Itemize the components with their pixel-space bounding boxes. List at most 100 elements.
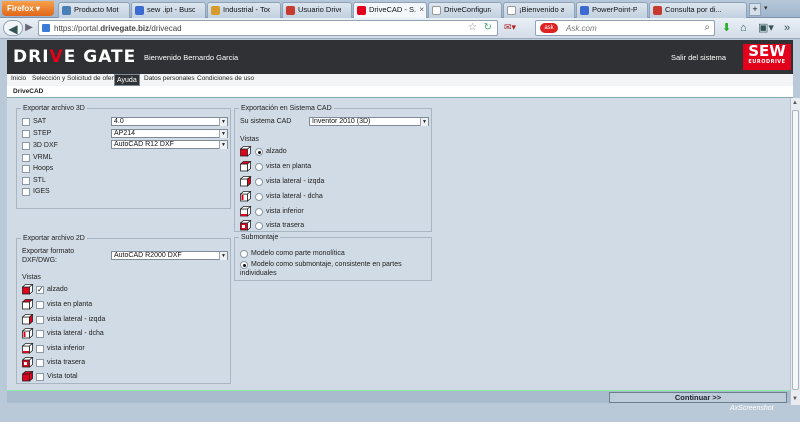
scroll-down-icon[interactable]: ▼ [792, 396, 798, 402]
url-path: /drivecad [149, 24, 182, 33]
checkbox-sat[interactable] [22, 118, 30, 126]
download-icon[interactable]: ⬇ [722, 21, 731, 35]
view-front-icon [22, 284, 34, 295]
scrollbar-thumb[interactable] [792, 110, 799, 390]
bookmarks-icon[interactable]: ▣▾ [758, 21, 774, 35]
export-3d-legend: Exportar archivo 3D [23, 105, 85, 112]
view-left-icon [240, 176, 252, 187]
lock-icon [42, 24, 50, 32]
continue-button[interactable]: Continuar >> [609, 392, 787, 403]
cad-system-select[interactable]: Inventor 2010 (3D) ▼ [309, 117, 429, 126]
cad-views-label: Vistas [240, 136, 259, 143]
radio-vista-lateral-izqda[interactable] [255, 178, 263, 186]
close-tab-icon[interactable]: × [419, 3, 424, 17]
checkbox-vrml[interactable] [22, 154, 30, 162]
view-bottom-icon [22, 343, 34, 354]
home-icon[interactable]: ⌂ [740, 21, 747, 35]
menu-item-seleccion[interactable]: Selección y Solicitud de oferta [32, 75, 119, 82]
url-bar[interactable]: https://portal.drivegate.biz/drivecad ☆ … [38, 20, 498, 36]
view-label: alzado [47, 286, 68, 293]
checkbox-iges[interactable] [22, 188, 30, 196]
reload-icon[interactable]: ↻ [484, 22, 492, 33]
format-label: 3D DXF [33, 142, 58, 149]
tab-producto-motor[interactable]: Producto Motor... [58, 2, 130, 18]
browser-tab-bar: Firefox ▾ Producto Motor... sew .ipt - B… [0, 0, 800, 18]
scroll-up-icon[interactable]: ▲ [792, 100, 798, 106]
view-top-icon [240, 161, 252, 172]
sat-version-select[interactable]: 4.0 ▼ [111, 117, 228, 126]
checkbox-2d-vista-planta[interactable] [36, 301, 44, 309]
view-label: Vista total [47, 373, 78, 380]
tab-sew-ipt[interactable]: sew .ipt - Buscar... [131, 2, 206, 18]
checkbox-2d-lateral-izqda[interactable] [36, 316, 44, 324]
tab-industrial[interactable]: Industrial - Tool... [207, 2, 281, 18]
checkbox-2d-vista-total[interactable] [36, 373, 44, 381]
checkbox-2d-vista-inferior[interactable] [36, 345, 44, 353]
tab-label: ¡Bienvenido a Dr... [519, 5, 564, 14]
menu-item-condiciones[interactable]: Condiciones de uso [197, 75, 254, 82]
search-bar[interactable]: ask Ask.com ⌕ [535, 20, 715, 36]
step-version-select[interactable]: AP214 ▼ [111, 129, 228, 138]
view-total-icon [22, 371, 34, 382]
view-back-icon [240, 220, 252, 231]
radio-vista-lateral-dcha[interactable] [255, 193, 263, 201]
logo-part: V [49, 47, 64, 67]
drivegate-logo[interactable]: DRIVE GATE [13, 47, 136, 67]
tab-consulta[interactable]: Consulta por di... [649, 2, 747, 18]
select-value: Inventor 2010 (3D) [312, 118, 371, 125]
checkbox-2d-vista-trasera[interactable] [36, 359, 44, 367]
tab-bienvenido[interactable]: ¡Bienvenido a Dr... [503, 2, 575, 18]
view-right-icon [240, 191, 252, 202]
tab-label: Industrial - Tool... [223, 5, 270, 14]
logout-link[interactable]: Salir del sistema [671, 53, 726, 62]
view-label: vista lateral - dcha [47, 330, 104, 337]
submontaje-option-label: individuales [240, 270, 277, 277]
checkbox-stl[interactable] [22, 177, 30, 185]
checkbox-step[interactable] [22, 130, 30, 138]
logo-part: E GATE [63, 47, 137, 67]
bookmark-star-icon[interactable]: ☆ [468, 22, 477, 33]
checkbox-3d-dxf[interactable] [22, 142, 30, 150]
checkbox-hoops[interactable] [22, 165, 30, 173]
sew-eurodrive-logo: SEW EURODRIVE [743, 44, 791, 70]
search-icon[interactable]: ⌕ [704, 22, 710, 33]
toolbar-arrow-icon[interactable]: » [784, 21, 790, 35]
checkbox-2d-alzado[interactable] [36, 285, 44, 294]
tab-driveconfigurator[interactable]: DriveConfigurat... [428, 2, 502, 18]
addon-icon[interactable]: ✉▾ [504, 22, 526, 34]
radio-vista-trasera[interactable] [255, 222, 263, 230]
forward-icon[interactable]: ▶ [23, 20, 35, 36]
view-top-icon [22, 299, 34, 310]
format-label: STEP [33, 130, 52, 137]
dropdown-arrow-icon: ▼ [219, 118, 227, 126]
menu-item-ayuda[interactable]: Ayuda [114, 74, 140, 86]
radio-parte-monolitica[interactable] [240, 250, 248, 258]
radio-vista-planta[interactable] [255, 163, 263, 171]
radio-vista-inferior[interactable] [255, 208, 263, 216]
vertical-scrollbar[interactable]: ▲ ▼ [790, 98, 800, 405]
select-value: AutoCAD R2000 DXF [114, 252, 182, 259]
back-icon[interactable]: ◀ [3, 20, 23, 36]
cad-system-label: Su sistema CAD [240, 118, 292, 125]
dxf-version-select[interactable]: AutoCAD R12 DXF ▼ [111, 140, 228, 149]
tab-list-icon[interactable]: ▾ [764, 4, 768, 12]
watermark-logo: AxScreenshot [730, 405, 774, 412]
dxf-dwg-format-select[interactable]: AutoCAD R2000 DXF ▼ [111, 251, 228, 260]
radio-alzado[interactable] [255, 148, 263, 156]
select-value: 4.0 [114, 118, 124, 125]
tab-label: Consulta por di... [665, 5, 722, 14]
page-icon [507, 6, 516, 15]
tab-powerpoint[interactable]: PowerPoint-Prá... [576, 2, 648, 18]
search-input[interactable]: Ask.com [566, 24, 597, 33]
tab-drivecad[interactable]: DriveCAD - S... × [353, 2, 427, 18]
view-label: vista en planta [47, 301, 93, 308]
url-prefix: https://portal. [54, 24, 101, 33]
checkbox-2d-lateral-dcha[interactable] [36, 330, 44, 338]
tab-usuario-drivegate[interactable]: Usuario DriveGa... [282, 2, 352, 18]
menu-item-inicio[interactable]: Inicio [11, 75, 26, 82]
menu-item-datos-personales[interactable]: Datos personales [144, 75, 195, 82]
tab-label: DriveConfigurat... [444, 5, 491, 14]
radio-submontaje[interactable] [240, 261, 248, 269]
firefox-menu-button[interactable]: Firefox ▾ [2, 1, 54, 16]
new-tab-button[interactable]: + [749, 3, 761, 16]
